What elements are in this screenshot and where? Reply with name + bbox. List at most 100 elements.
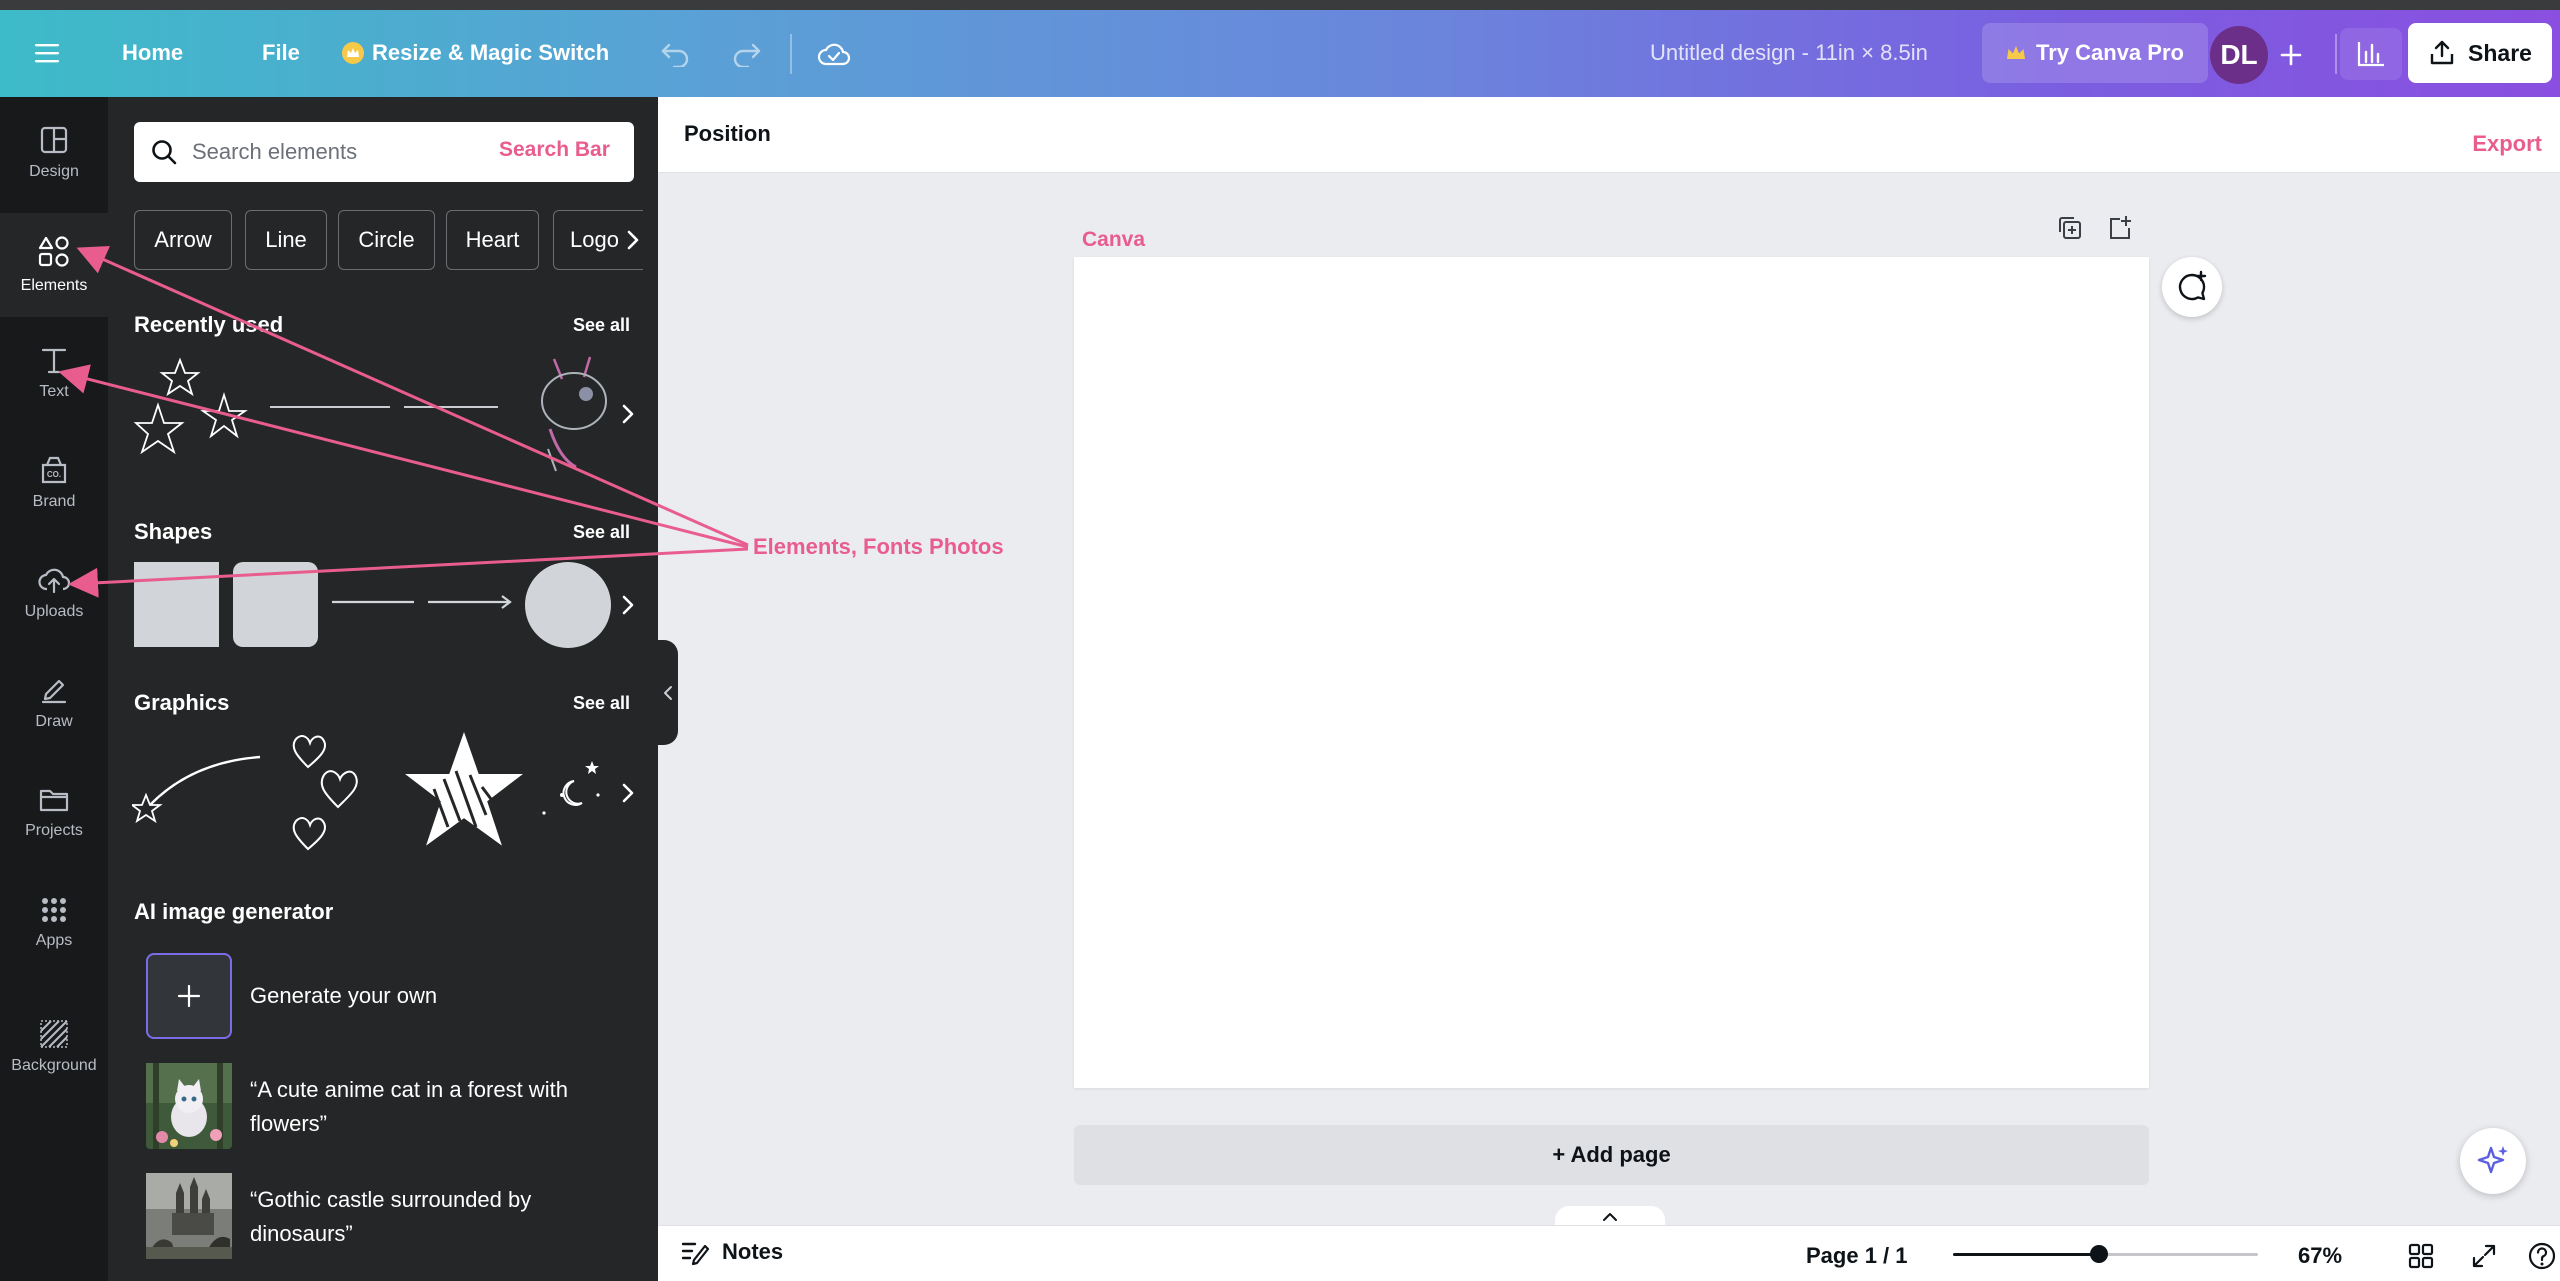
ai-example-castle[interactable]	[146, 1173, 232, 1259]
graphic-shooting-star[interactable]	[132, 747, 272, 827]
menu-button[interactable]	[22, 30, 72, 76]
file-button[interactable]: File	[240, 23, 322, 83]
page-actions	[2056, 214, 2134, 242]
ai-example-cat[interactable]	[146, 1063, 232, 1149]
header-divider	[790, 34, 792, 74]
layout-icon	[40, 126, 68, 154]
text-icon	[41, 348, 67, 374]
undo-button[interactable]	[650, 32, 700, 76]
chips-scroll-right[interactable]	[618, 220, 648, 260]
shape-arrow-line[interactable]	[426, 592, 516, 612]
crown-icon	[342, 42, 364, 64]
ai-example-cat-label[interactable]: “A cute anime cat in a forest with flowe…	[250, 1073, 630, 1141]
top-bar: Home File Resize & Magic Switch Untitled…	[0, 10, 2560, 97]
graphic-moon-stars[interactable]	[536, 755, 616, 825]
rail-item-projects[interactable]: Projects	[0, 763, 108, 863]
notes-button[interactable]: Notes	[680, 1238, 783, 1266]
graphic-hearts[interactable]	[286, 729, 376, 854]
resize-magic-switch-button[interactable]: Resize & Magic Switch	[320, 23, 631, 83]
crown-icon	[2007, 46, 2025, 59]
add-collaborator-button[interactable]	[2268, 32, 2314, 78]
home-button[interactable]: Home	[100, 23, 205, 83]
fullscreen-button[interactable]	[2466, 1238, 2502, 1274]
zoom-value[interactable]: 67%	[2298, 1243, 2342, 1269]
plus-icon	[177, 984, 201, 1008]
page-indicator[interactable]: Page 1 / 1	[1806, 1243, 1908, 1269]
graphics-see-all[interactable]: See all	[573, 693, 630, 714]
shape-circle[interactable]	[525, 562, 611, 648]
shape-rounded-square[interactable]	[233, 562, 318, 647]
chip-arrow[interactable]: Arrow	[134, 210, 232, 270]
recent-stars-thumbnail[interactable]	[132, 355, 260, 470]
search-box[interactable]: Search Bar	[134, 122, 634, 182]
graphic-zebra-star[interactable]	[404, 731, 524, 855]
share-button[interactable]: Share	[2408, 23, 2552, 83]
recently-used-see-all[interactable]: See all	[573, 315, 630, 336]
zoom-slider[interactable]	[1953, 1245, 2258, 1263]
search-input[interactable]	[192, 139, 472, 165]
rail-item-design[interactable]: Design	[0, 103, 108, 203]
chevron-right-icon	[627, 230, 639, 250]
zoom-slider-fill	[1953, 1253, 2100, 1256]
help-icon	[2528, 1242, 2556, 1270]
insights-button[interactable]	[2340, 28, 2402, 80]
ai-generator-title: AI image generator	[134, 899, 334, 924]
bottom-bar: Notes Page 1 / 1 67%	[658, 1225, 2560, 1281]
shapes-see-all[interactable]: See all	[573, 522, 630, 543]
chip-circle[interactable]: Circle	[338, 210, 435, 270]
shapes-scroll-right[interactable]	[613, 585, 643, 625]
ai-cat-image[interactable]	[146, 1063, 232, 1149]
ai-example-castle-label[interactable]: “Gothic castle surrounded by dinosaurs”	[250, 1183, 630, 1251]
bar-chart-icon	[2357, 42, 2384, 67]
design-canvas[interactable]	[1074, 257, 2149, 1088]
grid-view-button[interactable]	[2403, 1238, 2439, 1274]
graphics-scroll-right[interactable]	[613, 773, 643, 813]
add-comment-button[interactable]	[2162, 257, 2222, 317]
chip-heart[interactable]: Heart	[446, 210, 539, 270]
redo-button[interactable]	[722, 32, 772, 76]
add-page-icon[interactable]	[2106, 214, 2134, 242]
add-page-button[interactable]: + Add page	[1074, 1125, 2149, 1185]
zoom-slider-thumb[interactable]	[2090, 1245, 2109, 1263]
position-button[interactable]: Position	[684, 121, 771, 147]
browser-strip	[0, 0, 2560, 10]
share-upload-icon	[2430, 40, 2454, 65]
rail-item-apps[interactable]: Apps	[0, 873, 108, 973]
rail-label: Draw	[35, 713, 73, 730]
try-canva-pro-button[interactable]: Try Canva Pro	[1982, 23, 2208, 83]
rail-item-brand[interactable]: CO. Brand	[0, 433, 108, 533]
notes-label: Notes	[722, 1239, 784, 1264]
collapse-panel-handle[interactable]	[658, 640, 678, 745]
rail-item-background[interactable]: Background	[0, 997, 108, 1097]
recent-cat-thumbnail[interactable]	[540, 349, 620, 474]
recent-lines-thumbnail[interactable]	[268, 397, 500, 417]
shape-square[interactable]	[134, 562, 219, 647]
folder-icon	[39, 789, 69, 812]
apps-grid-icon	[42, 898, 66, 922]
sparkle-icon	[2477, 1146, 2508, 1174]
avatar[interactable]: DL	[2210, 26, 2268, 84]
ai-generate-tile[interactable]	[146, 953, 232, 1039]
ai-generate-own[interactable]	[146, 953, 232, 1039]
rail-item-text[interactable]: Text	[0, 323, 108, 423]
shape-line[interactable]	[330, 592, 418, 612]
help-button[interactable]	[2524, 1238, 2560, 1274]
ai-castle-image[interactable]	[146, 1173, 232, 1259]
chevron-right-icon	[622, 783, 634, 803]
design-title[interactable]: Untitled design - 11in × 8.5in	[1650, 40, 1928, 66]
rail-item-elements[interactable]: Elements	[0, 213, 108, 317]
chip-line[interactable]: Line	[245, 210, 327, 270]
comment-add-icon	[2178, 270, 2207, 301]
rail-item-draw[interactable]: Draw	[0, 653, 108, 753]
magic-assistant-button[interactable]	[2460, 1128, 2526, 1194]
recently-used-title: Recently used	[134, 312, 284, 337]
left-rail: Design Elements Text CO. Brand Uploads D…	[0, 97, 108, 1281]
ai-generate-own-label[interactable]: Generate your own	[250, 979, 630, 1013]
save-status-button[interactable]	[808, 32, 860, 76]
hamburger-icon	[35, 44, 59, 63]
recent-scroll-right[interactable]	[613, 394, 643, 434]
graphics-title: Graphics	[134, 690, 230, 715]
duplicate-page-icon[interactable]	[2056, 214, 2084, 242]
elements-fonts-photos-annotation: Elements, Fonts Photos	[753, 534, 1004, 559]
rail-item-uploads[interactable]: Uploads	[0, 543, 108, 643]
